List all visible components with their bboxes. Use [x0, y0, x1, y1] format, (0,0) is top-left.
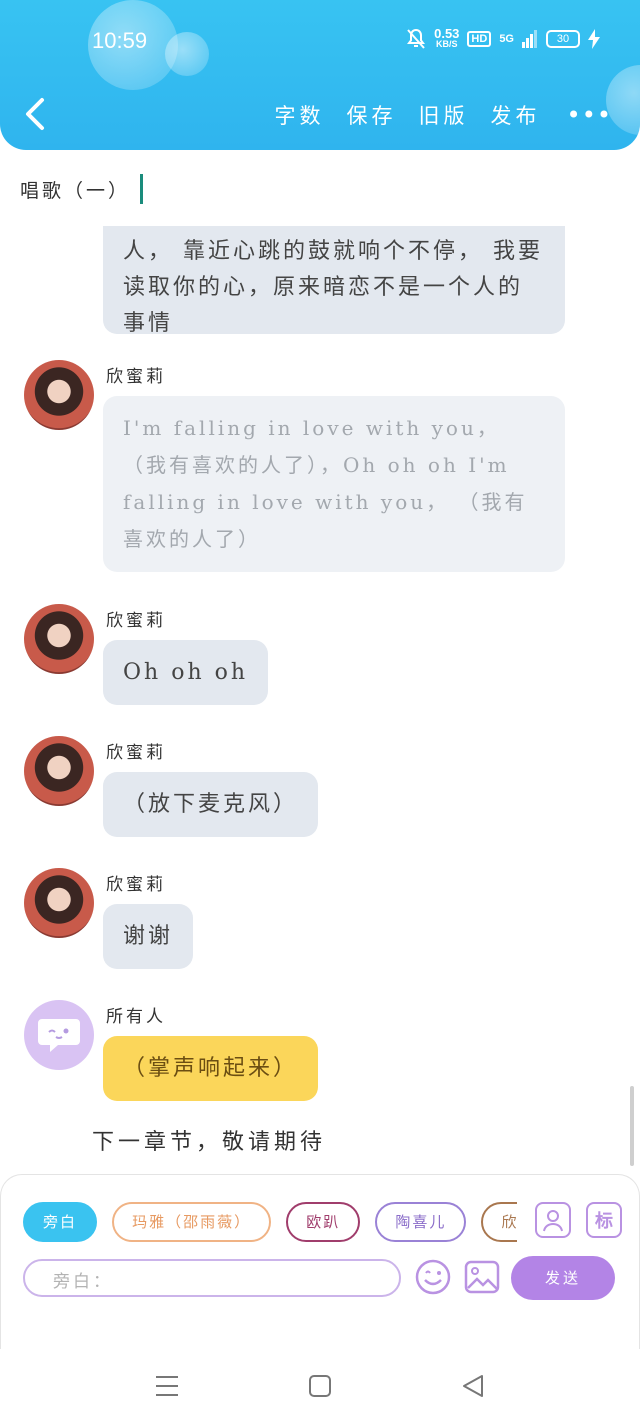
text-caret — [140, 174, 144, 204]
save-button[interactable]: 保存 — [347, 100, 397, 130]
header-bar: 10:59 0.53 KB/S HD 5G 30 字数 保存 旧版 发布 ••• — [0, 0, 640, 150]
avatar[interactable] — [24, 604, 94, 674]
role-selector: 旁白 玛雅（邵雨薇） 欧趴 陶喜儿 欣 — [23, 1202, 517, 1244]
character-button[interactable] — [535, 1202, 571, 1238]
old-version-button[interactable]: 旧版 — [419, 100, 469, 130]
decor-bubble — [165, 32, 209, 76]
system-nav-bar — [0, 1349, 640, 1423]
message-input[interactable]: 旁白： — [23, 1259, 401, 1297]
more-menu-button[interactable]: ••• — [567, 101, 612, 129]
chat-area[interactable]: 人， 靠近心跳的鼓就响个不停， 我要读取你的心，原来暗恋不是一个人的事情 欣蜜莉… — [0, 226, 640, 1172]
word-count-button[interactable]: 字数 — [275, 100, 325, 130]
triangle-back-icon — [463, 1375, 483, 1397]
avatar[interactable] — [24, 360, 94, 430]
image-icon — [464, 1260, 500, 1294]
next-chapter-notice: 下一章节，敬请期待 — [92, 1130, 327, 1155]
composer-panel: 旁白 玛雅（邵雨薇） 欧趴 陶喜儿 欣 标 旁白： 发送 — [0, 1174, 640, 1349]
message-bubble[interactable]: 人， 靠近心跳的鼓就响个不停， 我要读取你的心，原来暗恋不是一个人的事情 — [103, 226, 565, 336]
message-bubble[interactable]: Oh oh oh — [103, 640, 269, 705]
avatar[interactable] — [24, 1000, 94, 1070]
net-speed: 0.53 KB/S — [434, 27, 459, 50]
menu-icon — [156, 1376, 178, 1396]
role-chip-xin[interactable]: 欣 — [481, 1202, 517, 1242]
person-icon — [543, 1210, 563, 1232]
chat-bubble-icon — [38, 1019, 80, 1052]
chapter-title: 唱歌（一） — [20, 179, 131, 202]
square-icon — [309, 1375, 331, 1397]
sender-name: 欣蜜莉 — [106, 367, 166, 387]
nav-back-button[interactable] — [455, 1369, 491, 1403]
chapter-title-field[interactable]: 唱歌（一） — [20, 174, 144, 204]
mute-bell-icon — [407, 28, 426, 49]
sender-name: 所有人 — [106, 1007, 166, 1027]
sender-name: 欣蜜莉 — [106, 611, 166, 631]
message-bubble[interactable]: I'm falling in love with you， （我有喜欢的人了），… — [103, 396, 565, 572]
chevron-left-icon — [26, 98, 44, 130]
recent-apps-button[interactable] — [149, 1369, 185, 1403]
network-type: 5G — [499, 33, 514, 45]
charging-icon — [588, 29, 600, 49]
smiley-icon — [415, 1259, 451, 1295]
net-speed-unit: KB/S — [436, 39, 458, 49]
status-time: 10:59 — [92, 28, 148, 53]
battery-level: 30 — [546, 30, 580, 48]
scrollbar[interactable] — [630, 1086, 634, 1166]
status-icons: 0.53 KB/S HD 5G 30 — [406, 27, 600, 50]
publish-button[interactable]: 发布 — [491, 100, 541, 130]
role-chip-opa[interactable]: 欧趴 — [286, 1202, 361, 1242]
send-button[interactable]: 发送 — [511, 1256, 615, 1300]
avatar[interactable] — [24, 736, 94, 806]
signal-icon — [522, 30, 537, 48]
hd-badge: HD — [467, 31, 492, 47]
tag-button[interactable]: 标 — [586, 1202, 622, 1238]
message-bubble[interactable]: （放下麦克风） — [103, 772, 319, 837]
role-chip-maya[interactable]: 玛雅（邵雨薇） — [112, 1202, 272, 1242]
image-button[interactable] — [463, 1258, 501, 1296]
role-chip-narrator[interactable]: 旁白 — [23, 1202, 98, 1242]
back-button[interactable] — [20, 96, 50, 132]
home-button[interactable] — [302, 1369, 338, 1403]
message-bubble[interactable]: 谢谢 — [103, 904, 194, 969]
avatar[interactable] — [24, 868, 94, 938]
role-chip-taoxier[interactable]: 陶喜儿 — [375, 1202, 467, 1242]
sender-name: 欣蜜莉 — [106, 875, 166, 895]
sender-name: 欣蜜莉 — [106, 743, 166, 763]
emoji-button[interactable] — [414, 1258, 452, 1296]
header-toolbar: 字数 保存 旧版 发布 ••• — [275, 100, 612, 130]
message-bubble[interactable]: （掌声响起来） — [103, 1036, 319, 1101]
